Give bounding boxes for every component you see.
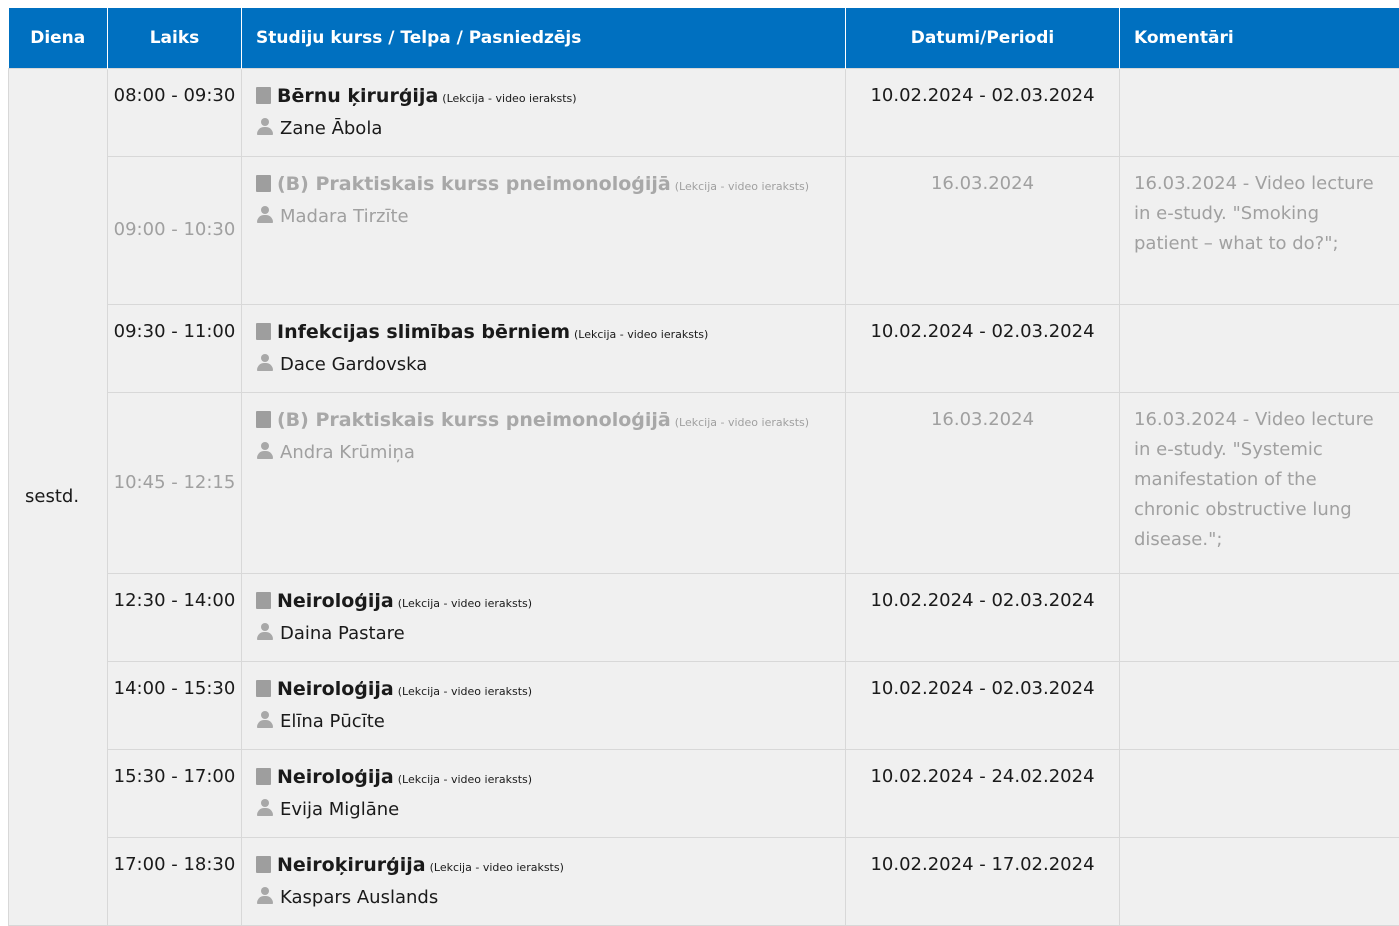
course-name[interactable]: Infekcijas slimības bērniem <box>277 321 570 343</box>
header-dates: Datumi/Periodi <box>846 8 1120 68</box>
dates-cell: 10.02.2024 - 02.03.2024 <box>846 661 1120 749</box>
dates-cell: 16.03.2024 <box>846 392 1120 573</box>
course-name[interactable]: (B) Praktiskais kurss pneimonoloģijā <box>277 409 671 431</box>
lecturer-name[interactable]: Kaspars Auslands <box>280 887 438 908</box>
comment-cell: 16.03.2024 - Video lecture in e-study. "… <box>1120 392 1399 573</box>
person-icon <box>256 887 274 905</box>
header-day: Diena <box>9 8 108 68</box>
comment-cell <box>1120 661 1399 749</box>
table-row: 09:30 - 11:00 Infekcijas slimības bērnie… <box>9 304 1399 392</box>
time-cell: 10:45 - 12:15 <box>108 392 242 573</box>
time-cell: 15:30 - 17:00 <box>108 749 242 837</box>
lecturer-name[interactable]: Madara Tirzīte <box>280 206 409 227</box>
schedule-table: Diena Laiks Studiju kurss / Telpa / Pasn… <box>8 8 1399 926</box>
table-row: 10:45 - 12:15 (B) Praktiskais kurss pnei… <box>9 392 1399 573</box>
time-cell: 09:30 - 11:00 <box>108 304 242 392</box>
dates-cell: 10.02.2024 - 17.02.2024 <box>846 837 1120 925</box>
person-icon <box>256 799 274 817</box>
course-type: (Lekcija - video ieraksts) <box>574 328 708 341</box>
person-icon <box>256 354 274 372</box>
time-text: 09:30 - 11:00 <box>114 321 236 342</box>
person-icon <box>256 118 274 136</box>
course-cell: Neiroloģija (Lekcija - video ieraksts) Da… <box>242 573 846 661</box>
time-text: 15:30 - 17:00 <box>114 766 236 787</box>
time-cell: 12:30 - 14:00 <box>108 573 242 661</box>
course-cell: Neiroķirurģija (Lekcija - video ieraksts)… <box>242 837 846 925</box>
lecturer-name[interactable]: Andra Krūmiņa <box>280 442 415 463</box>
course-cell: Infekcijas slimības bērniem (Lekcija - vi… <box>242 304 846 392</box>
person-icon <box>256 442 274 460</box>
course-name[interactable]: Neiroķirurģija <box>277 854 426 876</box>
course-cell: Neiroloģija (Lekcija - video ieraksts) El… <box>242 661 846 749</box>
course-name[interactable]: Neiroloģija <box>277 590 394 612</box>
time-text: 09:00 - 10:30 <box>114 219 236 240</box>
book-icon <box>256 856 271 873</box>
person-icon <box>256 711 274 729</box>
table-row: 15:30 - 17:00 Neiroloģija (Lekcija - vide… <box>9 749 1399 837</box>
comment-cell <box>1120 573 1399 661</box>
table-row: 09:00 - 10:30 (B) Praktiskais kurss pnei… <box>9 156 1399 304</box>
time-cell: 08:00 - 09:30 <box>108 68 242 156</box>
dates-cell: 16.03.2024 <box>846 156 1120 304</box>
header-course: Studiju kurss / Telpa / Pasniedzējs <box>242 8 846 68</box>
course-type: (Lekcija - video ieraksts) <box>398 597 532 610</box>
dates-cell: 10.02.2024 - 02.03.2024 <box>846 68 1120 156</box>
header-comments: Komentāri <box>1120 8 1399 68</box>
person-icon <box>256 623 274 641</box>
course-type: (Lekcija - video ieraksts) <box>675 416 809 429</box>
course-cell: Neiroloģija (Lekcija - video ieraksts) Ev… <box>242 749 846 837</box>
course-name[interactable]: Neiroloģija <box>277 678 394 700</box>
course-cell: (B) Praktiskais kurss pneimonoloģijā (Lek… <box>242 156 846 304</box>
lecturer-name[interactable]: Evija Miglāne <box>280 799 399 820</box>
book-icon <box>256 768 271 785</box>
table-row: 14:00 - 15:30 Neiroloģija (Lekcija - vide… <box>9 661 1399 749</box>
time-cell: 14:00 - 15:30 <box>108 661 242 749</box>
time-text: 12:30 - 14:00 <box>114 590 236 611</box>
book-icon <box>256 175 271 192</box>
header-row: Diena Laiks Studiju kurss / Telpa / Pasn… <box>9 8 1399 68</box>
course-name[interactable]: (B) Praktiskais kurss pneimonoloģijā <box>277 173 671 195</box>
comment-cell <box>1120 837 1399 925</box>
book-icon <box>256 411 271 428</box>
book-icon <box>256 323 271 340</box>
course-type: (Lekcija - video ieraksts) <box>398 773 532 786</box>
dates-cell: 10.02.2024 - 02.03.2024 <box>846 304 1120 392</box>
time-cell: 17:00 - 18:30 <box>108 837 242 925</box>
course-type: (Lekcija - video ieraksts) <box>675 180 809 193</box>
dates-cell: 10.02.2024 - 02.03.2024 <box>846 573 1120 661</box>
course-cell: Bērnu ķirurģija (Lekcija - video ieraksts… <box>242 68 846 156</box>
comment-cell <box>1120 304 1399 392</box>
lecturer-name[interactable]: Daina Pastare <box>280 623 405 644</box>
header-time: Laiks <box>108 8 242 68</box>
course-type: (Lekcija - video ieraksts) <box>442 92 576 105</box>
book-icon <box>256 680 271 697</box>
table-row: 17:00 - 18:30 Neiroķirurģija (Lekcija - v… <box>9 837 1399 925</box>
person-icon <box>256 206 274 224</box>
lecturer-name[interactable]: Dace Gardovska <box>280 354 427 375</box>
table-row: 12:30 - 14:00 Neiroloģija (Lekcija - vide… <box>9 573 1399 661</box>
table-row: sestd. 08:00 - 09:30 Bērnu ķirurģija(Lek… <box>9 68 1399 156</box>
book-icon <box>256 592 271 609</box>
time-text: 17:00 - 18:30 <box>114 854 236 875</box>
time-text: 10:45 - 12:15 <box>114 472 236 493</box>
course-cell: (B) Praktiskais kurss pneimonoloģijā (Lek… <box>242 392 846 573</box>
lecturer-name[interactable]: Zane Ābola <box>280 118 382 139</box>
course-type: (Lekcija - video ieraksts) <box>398 685 532 698</box>
course-name[interactable]: Bērnu ķirurģija <box>277 85 438 107</box>
comment-cell <box>1120 749 1399 837</box>
time-text: 08:00 - 09:30 <box>114 85 236 106</box>
lecturer-name[interactable]: Elīna Pūcīte <box>280 711 385 732</box>
comment-cell <box>1120 68 1399 156</box>
day-cell: sestd. <box>9 68 108 925</box>
course-type: (Lekcija - video ieraksts) <box>430 861 564 874</box>
course-name[interactable]: Neiroloģija <box>277 766 394 788</box>
book-icon <box>256 87 271 104</box>
time-cell: 09:00 - 10:30 <box>108 156 242 304</box>
comment-cell: 16.03.2024 - Video lecture in e-study. "… <box>1120 156 1399 304</box>
time-text: 14:00 - 15:30 <box>114 678 236 699</box>
dates-cell: 10.02.2024 - 24.02.2024 <box>846 749 1120 837</box>
